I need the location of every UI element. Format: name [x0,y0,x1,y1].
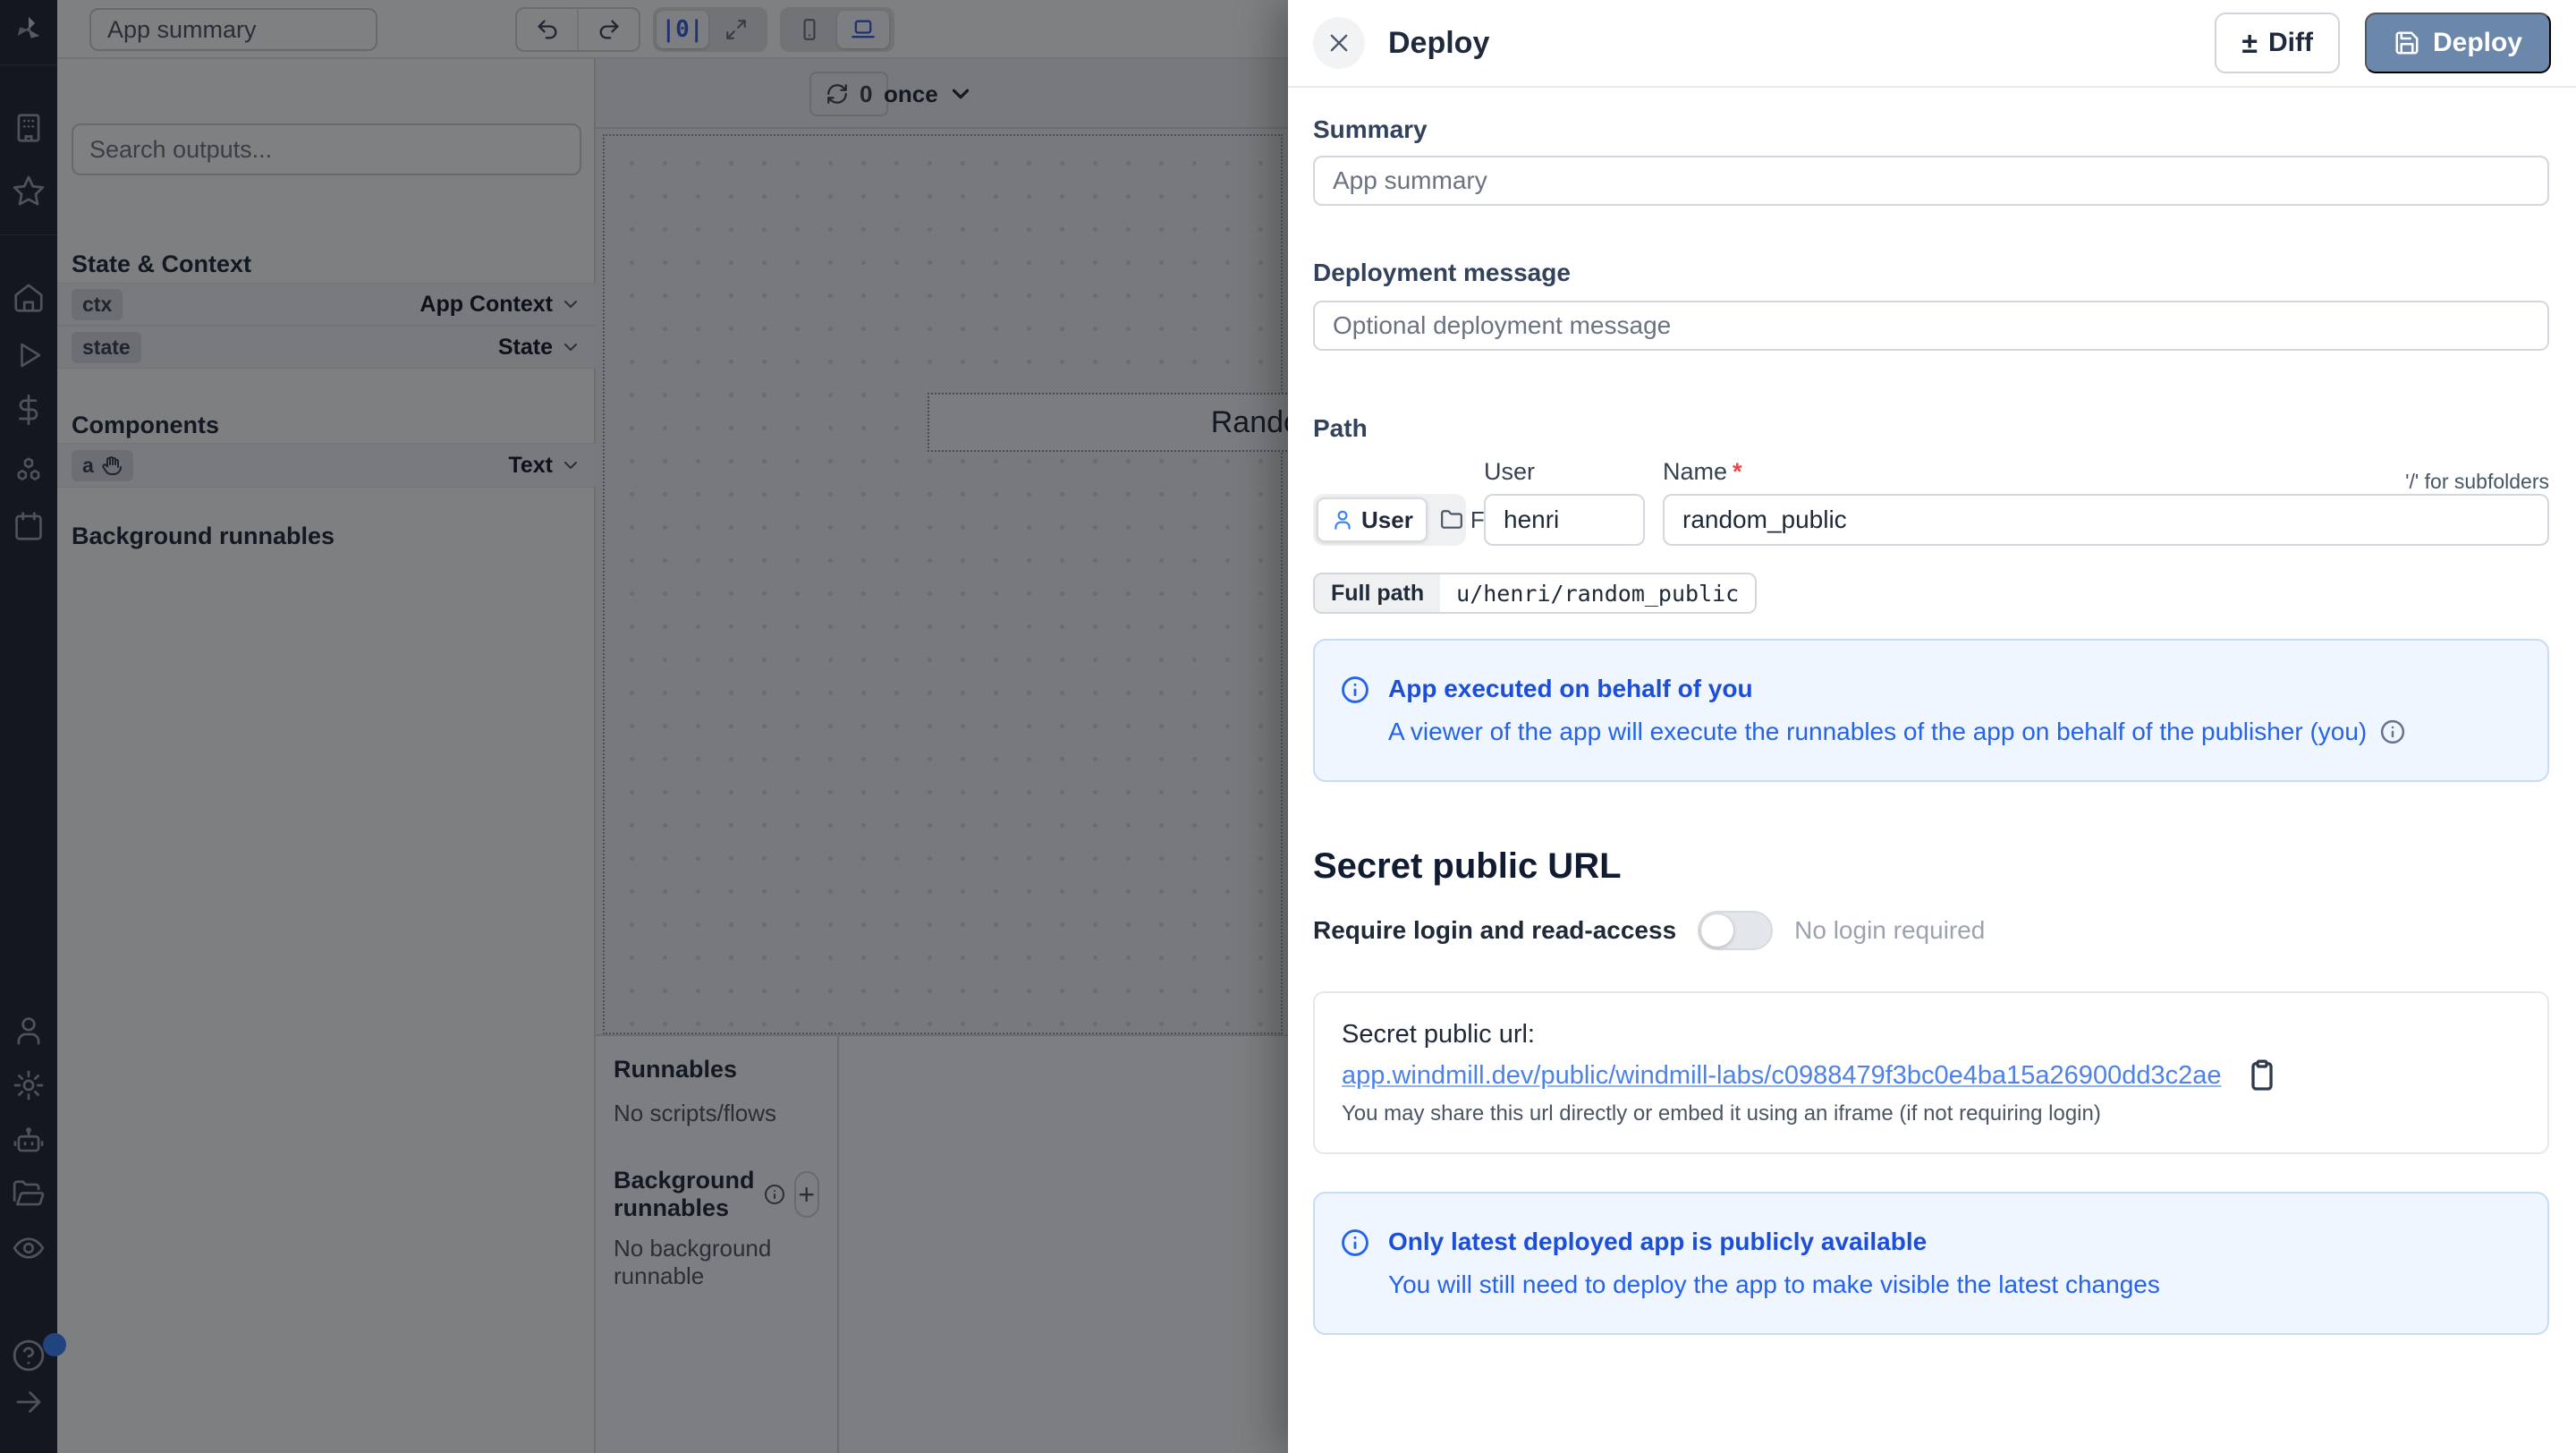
info-icon [1340,675,1370,748]
save-icon [2394,30,2420,56]
info-icon[interactable] [2379,718,2406,745]
latest-info-box: Only latest deployed app is publicly ava… [1313,1192,2549,1335]
path-user-field[interactable] [1484,494,1645,546]
windmill-app-editor: |0| [0,0,2576,1453]
drawer-header: Deploy ± Diff Deploy [1288,0,2576,88]
info-icon [1340,1228,1370,1301]
secret-url-box: Secret public url: app.windmill.dev/publ… [1313,991,2549,1154]
latest-info-title: Only latest deployed app is publicly ava… [1388,1226,2160,1258]
secret-url-title: Secret public URL [1313,845,2549,888]
path-name-field[interactable] [1663,494,2549,546]
deploy-button[interactable]: Deploy [2365,13,2551,73]
summary-field[interactable] [1313,156,2549,206]
deployment-message-field[interactable] [1313,301,2549,351]
path-name-label: Name* [1663,456,1742,487]
exec-info-title: App executed on behalf of you [1388,673,2406,705]
full-path-label: Full path [1315,574,1440,612]
full-path: Full path u/henri/random_public [1313,573,1757,614]
diff-button[interactable]: ± Diff [2215,13,2340,73]
summary-label: Summary [1313,115,2549,145]
path-label: Path [1313,413,2549,444]
drawer-title: Deploy [1388,26,1489,61]
exec-info-box: App executed on behalf of you A viewer o… [1313,639,2549,782]
require-login-toggle[interactable] [1698,911,1773,950]
deploy-drawer: Deploy ± Diff Deploy Summary Deployment … [1288,0,2576,1453]
deployment-message-label: Deployment message [1313,258,2549,288]
path-user-label: User [1484,456,1645,487]
required-asterisk: * [1733,458,1742,485]
folder-icon [1440,508,1463,531]
clipboard-icon[interactable] [2244,1058,2280,1093]
close-button[interactable] [1313,17,1365,69]
plus-minus-icon: ± [2241,27,2258,60]
user-icon [1331,508,1354,531]
secret-url-label: Secret public url: [1342,1018,2521,1050]
subfolder-hint: '/' for subfolders [2405,470,2549,494]
close-icon [1326,30,1352,55]
owner-user-option[interactable]: User [1317,497,1428,542]
secret-url-link[interactable]: app.windmill.dev/public/windmill-labs/c0… [1342,1058,2221,1093]
drawer-backdrop[interactable] [0,0,1288,1453]
latest-info-body: You will still need to deploy the app to… [1388,1269,2160,1301]
drawer-body: Summary Deployment message Path User [1288,88,2576,1335]
owner-toggle: User Folder [1313,494,1466,546]
secret-url-note: You may share this url directly or embed… [1342,1100,2521,1127]
require-login-label: Require login and read-access [1313,916,1676,945]
toggle-state-label: No login required [1794,916,1985,945]
exec-info-body: A viewer of the app will execute the run… [1388,716,2367,748]
full-path-value: u/henri/random_public [1440,574,1755,612]
